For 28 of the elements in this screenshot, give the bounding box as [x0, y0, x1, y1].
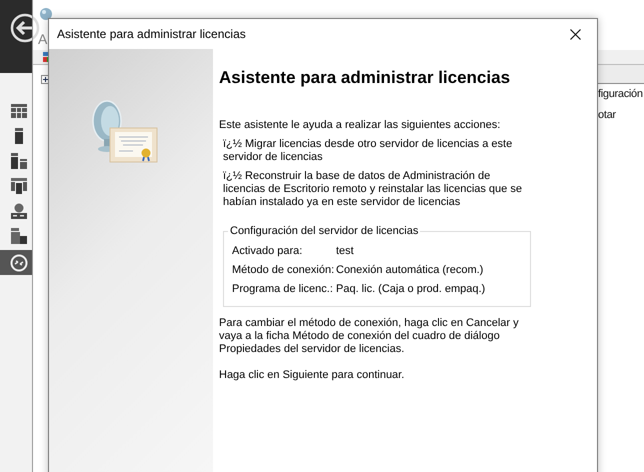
field-label: Activado para: — [232, 244, 304, 256]
action-item: ï¿½ Reconstruir la base de datos de Administración de licencias de Escritorio remoto y reinstalar las licencias que se habían instalado ya en este servidor de licencias — [223, 170, 523, 209]
network-server-icon — [11, 202, 27, 218]
note-text: Para cambiar el método de conexión, haga clic en Cancelar y vaya a la ficha Método de conexión del cuadro de diálogo Propiedades del servidor de licencias. — [219, 317, 520, 356]
field-value: Conexión automática (recom.) — [336, 264, 484, 276]
servers-icon — [11, 152, 27, 168]
action-item: ï¿½ Migrar licencias desde otro servidor de licencias a este servidor de licencias — [223, 138, 514, 164]
grid-icon — [11, 104, 27, 118]
continue-text: Haga clic en Siguiente para continuar. — [219, 369, 406, 382]
close-icon[interactable] — [570, 28, 581, 40]
action-link[interactable]: figuración — [597, 84, 643, 105]
dialog-title: Asistente para administrar licencias — [57, 27, 246, 41]
field-label: Programa de licenc.: — [232, 282, 334, 294]
expand-icon[interactable] — [41, 75, 50, 84]
remote-desktop-icon — [10, 254, 28, 272]
field-value: Paq. lic. (Caja o prod. empaq.) — [336, 282, 486, 294]
menu-item[interactable]: A — [38, 31, 48, 47]
server-group-icon — [11, 178, 27, 194]
action-link[interactable]: otar — [597, 105, 616, 126]
field-label: Método de conexión: — [232, 264, 336, 276]
field-value: test — [336, 244, 354, 256]
sidebar-item[interactable] — [0, 250, 32, 275]
wizard-heading: Asistente para administrar licencias — [219, 67, 512, 89]
server-icon — [15, 128, 23, 144]
intro-text: Este asistente le ayuda a realizar las siguientes acciones: — [219, 119, 502, 132]
folder-server-icon — [11, 228, 27, 244]
group-legend: Configuración del servidor de licencias — [228, 225, 420, 237]
globe-icon — [39, 7, 53, 21]
